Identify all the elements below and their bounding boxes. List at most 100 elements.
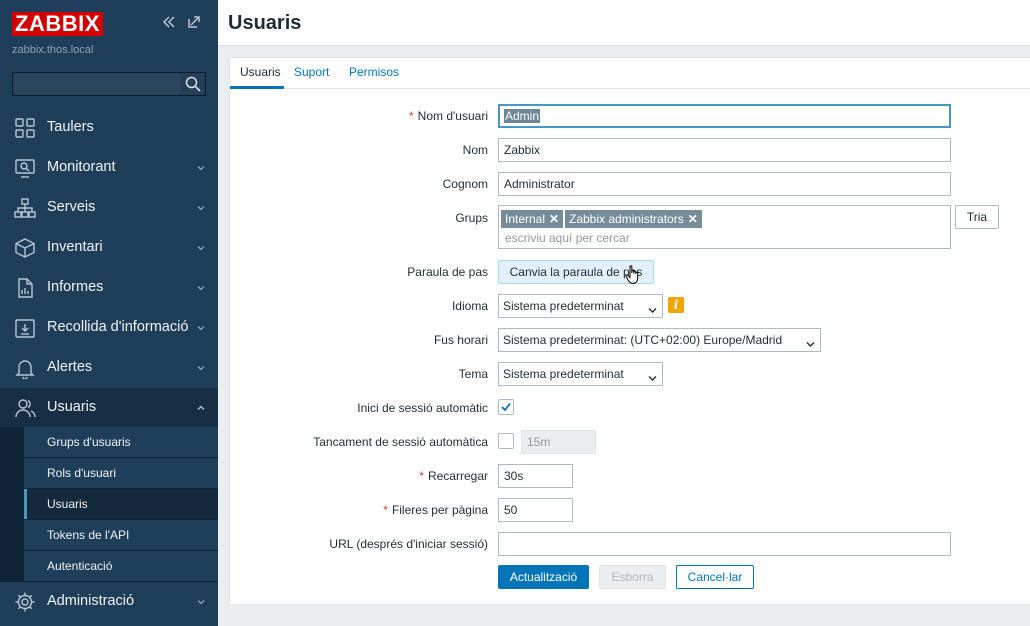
autologout-checkbox[interactable] bbox=[498, 433, 514, 449]
rows-per-page-input[interactable]: 50 bbox=[498, 498, 573, 522]
submenu-api-tokens[interactable]: Tokens de l'API bbox=[24, 520, 218, 550]
sidebar: ZABBIX zabbix.thos.local Taulers Monitor… bbox=[0, 0, 218, 626]
active-tab-indicator bbox=[230, 86, 284, 89]
refresh-input[interactable]: 30s bbox=[498, 464, 573, 488]
surname-input[interactable]: Administrator bbox=[498, 172, 951, 196]
autologout-label: Tancament de sessió automàtica bbox=[313, 435, 488, 449]
menu-label: Informes bbox=[47, 279, 104, 295]
search-icon[interactable] bbox=[185, 76, 201, 92]
menu-reports[interactable]: Informes bbox=[0, 268, 218, 308]
theme-select[interactable]: Sistema predeterminat bbox=[498, 362, 663, 386]
submenu-authentication[interactable]: Autenticació bbox=[24, 551, 218, 581]
menu-inventory[interactable]: Inventari bbox=[0, 228, 218, 268]
surname-label: Cognom bbox=[442, 177, 488, 191]
theme-label: Tema bbox=[458, 367, 488, 381]
url-input[interactable] bbox=[498, 532, 951, 556]
menu-services[interactable]: Serveis bbox=[0, 188, 218, 228]
menu-label: Recollida d'informació bbox=[47, 319, 189, 335]
submenu-user-groups[interactable]: Grups d'usuaris bbox=[24, 427, 218, 457]
tab-bar: Usuaris Suport Permisos bbox=[230, 58, 1030, 89]
select-groups-button[interactable]: Tria bbox=[955, 205, 999, 229]
users-submenu: Grups d'usuaris Rols d'usuari Usuaris To… bbox=[0, 427, 218, 582]
groups-label: Grups bbox=[455, 211, 488, 225]
submenu-label: Tokens de l'API bbox=[47, 528, 130, 542]
groups-search-input[interactable]: escriviu aquí per cercar bbox=[505, 231, 630, 245]
gear-icon bbox=[14, 591, 36, 613]
chevron-up-icon bbox=[196, 402, 206, 412]
delete-button: Esborra bbox=[599, 565, 666, 589]
chevron-down-icon bbox=[196, 242, 206, 252]
page-header: Usuaris bbox=[218, 0, 1030, 46]
bell-icon bbox=[14, 357, 36, 380]
services-icon bbox=[14, 197, 36, 219]
chevron-down-icon bbox=[196, 322, 206, 332]
data-collection-icon bbox=[14, 317, 36, 339]
username-input[interactable]: Admin bbox=[498, 104, 951, 128]
group-chip: Zabbix administrators ✕ bbox=[565, 210, 702, 228]
update-button[interactable]: Actualització bbox=[498, 565, 589, 589]
username-label: * Nom d'usuari bbox=[409, 109, 488, 123]
password-label: Paraula de pas bbox=[407, 265, 488, 279]
autologout-input: 15m bbox=[521, 430, 596, 454]
autologin-checkbox[interactable] bbox=[498, 399, 514, 415]
reports-icon bbox=[14, 277, 36, 299]
page-title: Usuaris bbox=[228, 12, 302, 34]
menu-label: Administració bbox=[47, 593, 135, 609]
sidebar-search[interactable] bbox=[12, 72, 206, 96]
menu-data-collection[interactable]: Recollida d'informació bbox=[0, 308, 218, 348]
submenu-label: Rols d'usuari bbox=[47, 466, 116, 480]
groups-multiselect[interactable]: Internal ✕ Zabbix administrators ✕ escrivi… bbox=[498, 205, 951, 249]
chevron-down-icon bbox=[196, 282, 206, 292]
user-form-panel: Usuaris Suport Permisos * Nom d'usuari Ad… bbox=[229, 57, 1030, 605]
sidebar-search-input[interactable] bbox=[14, 74, 181, 94]
menu-label: Taulers bbox=[47, 119, 94, 135]
monitoring-icon bbox=[14, 157, 36, 179]
menu-monitoring[interactable]: Monitorant bbox=[0, 148, 218, 188]
server-hostname: zabbix.thos.local bbox=[12, 44, 94, 56]
collapse-sidebar-icon[interactable] bbox=[160, 14, 178, 32]
undock-sidebar-icon[interactable] bbox=[185, 14, 203, 32]
timezone-label: Fus horari bbox=[433, 333, 488, 347]
timezone-value: Sistema predeterminat: (UTC+02:00) Europ… bbox=[503, 333, 783, 347]
url-label: URL (després d'iniciar sessió) bbox=[329, 537, 488, 551]
menu-label: Alertes bbox=[47, 359, 93, 375]
menu-dashboards[interactable]: Taulers bbox=[0, 108, 218, 148]
required-asterisk: * bbox=[383, 503, 388, 517]
remove-chip-icon[interactable]: ✕ bbox=[688, 212, 698, 226]
info-icon[interactable]: i bbox=[668, 297, 684, 313]
chevron-down-icon bbox=[196, 596, 206, 606]
menu-label: Serveis bbox=[47, 199, 96, 215]
menu-label: Usuaris bbox=[47, 399, 97, 415]
submenu-label: Usuaris bbox=[47, 497, 88, 511]
checkmark-icon bbox=[501, 402, 511, 412]
group-chip: Internal ✕ bbox=[501, 210, 564, 228]
chevron-down-icon bbox=[648, 371, 657, 381]
tab-media[interactable]: Suport bbox=[294, 65, 329, 79]
chevron-down-icon bbox=[806, 337, 815, 347]
rows-per-page-label: * Fileres per pàgina bbox=[383, 503, 488, 517]
name-input[interactable]: Zabbix bbox=[498, 138, 951, 162]
menu-label: Monitorant bbox=[47, 159, 116, 175]
cancel-button[interactable]: Cancel·lar bbox=[676, 565, 754, 589]
username-value: Admin bbox=[504, 109, 541, 123]
language-label: Idioma bbox=[451, 299, 488, 313]
submenu-user-roles[interactable]: Rols d'usuari bbox=[24, 458, 218, 488]
menu-users[interactable]: Usuaris bbox=[0, 388, 218, 428]
language-select[interactable]: Sistema predeterminat bbox=[498, 294, 663, 318]
hand-cursor-icon bbox=[625, 265, 641, 285]
remove-chip-icon[interactable]: ✕ bbox=[549, 212, 559, 226]
timezone-select[interactable]: Sistema predeterminat: (UTC+02:00) Europ… bbox=[498, 328, 821, 352]
submenu-users[interactable]: Usuaris bbox=[24, 489, 218, 519]
name-label: Nom bbox=[462, 143, 488, 157]
submenu-label: Autenticació bbox=[47, 559, 113, 573]
language-value: Sistema predeterminat bbox=[503, 299, 624, 313]
zabbix-logo[interactable]: ZABBIX bbox=[12, 12, 103, 36]
required-asterisk: * bbox=[419, 469, 424, 483]
menu-alerts[interactable]: Alertes bbox=[0, 348, 218, 388]
submenu-label: Grups d'usuaris bbox=[47, 435, 131, 449]
autologin-label: Inici de sessió automàtic bbox=[357, 401, 488, 415]
dashboard-icon bbox=[14, 117, 36, 139]
tab-permissions[interactable]: Permisos bbox=[349, 65, 399, 79]
tab-user[interactable]: Usuaris bbox=[240, 65, 281, 79]
menu-administration[interactable]: Administració bbox=[0, 582, 218, 622]
